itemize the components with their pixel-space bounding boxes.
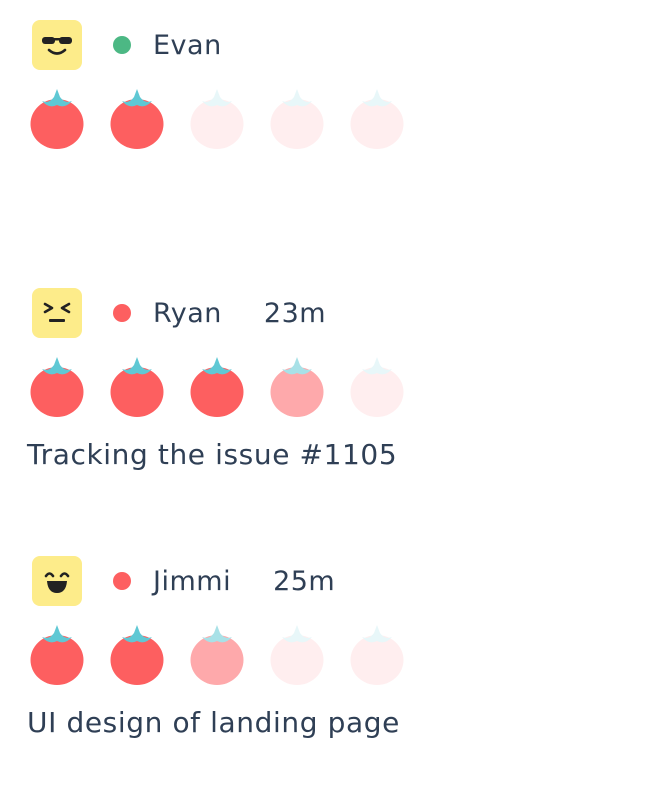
avatar[interactable] — [32, 20, 82, 70]
squinting-face-icon — [43, 302, 71, 322]
member-header: Ryan 23m — [32, 288, 326, 338]
task-note: UI design of landing page — [27, 706, 400, 739]
focus-time: 23m — [263, 297, 327, 329]
tomato-icon-done — [30, 357, 84, 417]
tomato-icon-empty — [350, 357, 404, 417]
tomato-icon-done — [110, 357, 164, 417]
member-name: Ryan — [153, 297, 222, 329]
status-dot-online — [113, 36, 131, 54]
tomato-icon-progress — [270, 357, 324, 417]
tomato-icon-progress — [190, 625, 244, 685]
avatar[interactable] — [32, 288, 82, 338]
tomato-row — [30, 88, 430, 150]
tomato-icon-empty — [350, 89, 404, 149]
avatar[interactable] — [32, 556, 82, 606]
focus-time: 25m — [273, 565, 336, 597]
tomato-row — [30, 624, 430, 686]
member-header: Evan — [32, 20, 222, 70]
grinning-face-icon — [44, 572, 70, 593]
tomato-icon-done — [110, 89, 164, 149]
tomato-icon-done — [30, 89, 84, 149]
tomato-row — [30, 356, 430, 418]
task-note: Tracking the issue #1105 — [27, 438, 398, 471]
tomato-icon-done — [190, 357, 244, 417]
tomato-icon-empty — [270, 89, 324, 149]
member-header: Jimmi 25m — [32, 556, 335, 606]
tomato-icon-empty — [270, 625, 324, 685]
member-name: Jimmi — [153, 565, 232, 597]
tomato-icon-empty — [350, 625, 404, 685]
sunglasses-face-icon — [42, 37, 72, 55]
tomato-icon-done — [110, 625, 164, 685]
status-dot-busy — [113, 572, 131, 590]
status-dot-busy — [113, 304, 131, 322]
tomato-icon-empty — [190, 89, 244, 149]
member-name: Evan — [153, 29, 222, 61]
tomato-icon-done — [30, 625, 84, 685]
